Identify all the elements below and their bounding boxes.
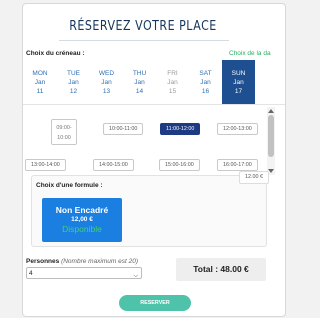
slot-end: 10:00 xyxy=(57,135,71,141)
day-dow: SAT xyxy=(199,70,212,77)
day-mon[interactable]: MON Jan 11 xyxy=(23,60,57,104)
day-date: 17 xyxy=(234,88,243,95)
days-divider xyxy=(23,104,285,105)
day-thu[interactable]: THU Jan 14 xyxy=(123,60,156,104)
time-slot[interactable]: 13:00-14:00 xyxy=(25,159,66,171)
day-month: Jan xyxy=(200,79,211,86)
slot-scrollbar[interactable] xyxy=(267,107,275,175)
time-slot[interactable]: 10:00-11:00 xyxy=(103,123,144,135)
time-slot-grid: 09:00- 10:00 10:00-11:00 11:00-12:00 12:… xyxy=(23,107,263,175)
day-month: Jan xyxy=(233,79,244,86)
formule-card-non-encadre[interactable]: Non Encadré 12,00 € Disponible xyxy=(42,198,122,242)
page-title: RÉSERVEZ VOTRE PLACE xyxy=(69,18,217,34)
slot-section-header: Choix du créneau : Choix de la da xyxy=(23,48,285,60)
day-date: 15 xyxy=(168,88,177,95)
day-date: 14 xyxy=(135,88,144,95)
day-date: 13 xyxy=(102,88,111,95)
chevron-down-icon: ⌵ xyxy=(133,273,138,279)
scroll-up-arrow-icon[interactable] xyxy=(268,109,274,113)
day-dow: SUN xyxy=(231,70,246,77)
persons-value: 4 xyxy=(29,270,33,277)
day-month: Jan xyxy=(167,79,178,86)
formule-label: Choix d'une formule : xyxy=(36,182,103,189)
day-tue[interactable]: TUE Jan 12 xyxy=(57,60,90,104)
formule-price: 12,00 € xyxy=(71,216,93,223)
scroll-thumb[interactable] xyxy=(268,115,274,157)
reservation-card: RÉSERVEZ VOTRE PLACE Choix du créneau : … xyxy=(22,3,286,317)
day-date: 16 xyxy=(201,88,210,95)
day-dow: THU xyxy=(132,70,147,77)
time-slot-selected[interactable]: 11:00-12:00 xyxy=(160,123,201,135)
total-amount: Total : 48.00 € xyxy=(176,258,266,281)
time-slot[interactable]: 12:00-13:00 xyxy=(217,123,258,135)
day-date: 11 xyxy=(36,88,44,95)
day-sun[interactable]: SUN Jan 17 xyxy=(222,60,255,104)
day-month: Jan xyxy=(134,79,145,86)
formule-price-box: 12.00 € xyxy=(239,171,269,184)
slot-start: 09:00- xyxy=(56,125,72,131)
day-month: Jan xyxy=(68,79,79,86)
day-dow: FRI xyxy=(167,70,178,77)
day-month: Jan xyxy=(34,79,46,86)
day-picker: MON Jan 11 TUE Jan 12 WED Jan 13 THU Jan… xyxy=(23,60,285,104)
day-wed[interactable]: WED Jan 13 xyxy=(90,60,123,104)
title-divider xyxy=(59,40,229,41)
day-sat[interactable]: SAT Jan 16 xyxy=(189,60,222,104)
persons-label: Personnes xyxy=(26,258,60,265)
formule-section: 12.00 € Choix d'une formule : Non Encadr… xyxy=(31,171,269,247)
day-date: 12 xyxy=(69,88,78,95)
day-dow: TUE xyxy=(67,70,80,77)
formule-name: Non Encadré xyxy=(55,205,109,215)
formule-availability: Disponible xyxy=(62,224,102,234)
reserve-button[interactable]: RESERVER xyxy=(119,295,191,311)
day-fri[interactable]: FRI Jan 15 xyxy=(156,60,189,104)
day-dow: MON xyxy=(32,70,48,77)
date-hint: Choix de la da xyxy=(229,50,271,57)
slot-section-label: Choix du créneau : xyxy=(26,50,85,57)
time-slot[interactable]: 15:00-16:00 xyxy=(159,159,200,171)
persons-select[interactable]: 4 ⌵ xyxy=(26,267,142,279)
time-slot[interactable]: 16:00-17:00 xyxy=(217,159,258,171)
time-slot[interactable]: 14:00-15:00 xyxy=(93,159,134,171)
persons-label-group: Personnes (Nombre maximum est 20) xyxy=(26,258,138,265)
day-month: Jan xyxy=(101,79,112,86)
day-dow: WED xyxy=(98,70,115,77)
persons-hint: (Nombre maximum est 20) xyxy=(61,258,138,265)
time-slot-unavailable: 09:00- 10:00 xyxy=(51,119,77,145)
